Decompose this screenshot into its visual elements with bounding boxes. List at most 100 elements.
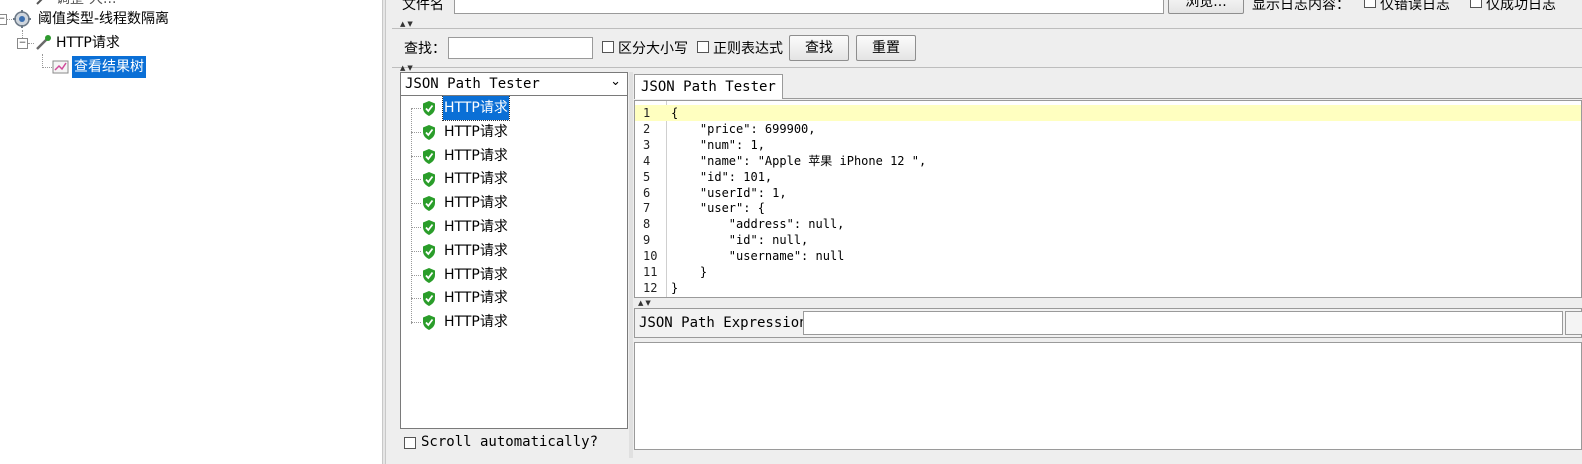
renderer-select-value: JSON Path Tester — [405, 76, 540, 92]
shield-check-icon — [423, 101, 435, 116]
line-number: 3 — [643, 137, 651, 152]
code-line: 2 "price": 699900, — [635, 121, 1581, 137]
tab-strip: JSON Path Tester — [634, 72, 1582, 99]
code-line: 3 "num": 1, — [635, 137, 1581, 153]
result-item-connector — [411, 227, 421, 228]
json-path-expression-input[interactable] — [803, 311, 1563, 335]
result-item-label: HTTP请求 — [444, 314, 508, 331]
result-item-connector — [411, 298, 421, 300]
line-number: 1 — [643, 106, 651, 120]
result-item-label: HTTP请求 — [444, 123, 508, 140]
line-number: 12 — [643, 280, 658, 295]
test-button[interactable] — [1565, 311, 1582, 335]
shield-check-icon — [423, 172, 435, 188]
code-text: } — [671, 265, 708, 279]
expander-minus: − — [18, 38, 27, 48]
json-path-tester: JSON Path Tester 1{2 "price": 699900, 3 "… — [634, 72, 1582, 458]
code-text: "price": 699900, — [671, 121, 816, 136]
gear-icon — [13, 10, 31, 28]
errors-only-label: 仅错误日志 — [1380, 0, 1450, 13]
tree-item-http-sampler[interactable]: HTTP请求 — [34, 32, 174, 54]
tab-json-path-tester[interactable]: JSON Path Tester — [634, 74, 783, 99]
case-sensitive-checkbox[interactable] — [602, 41, 614, 53]
results-panel: JSON Path Tester ⌄ HTTP请求 HTTP请求 HTTP请求 HTT… — [400, 72, 628, 458]
code-text: "num": 1, — [671, 137, 765, 152]
code-line: 1{ — [635, 105, 1581, 121]
log-content-label: 显示日志内容： — [1252, 0, 1350, 13]
filename-input[interactable] — [454, 0, 1164, 14]
pipette-icon — [36, 0, 43, 5]
errors-only-checkbox[interactable] — [1364, 0, 1376, 8]
results-split-divider[interactable] — [629, 72, 633, 458]
split-arrows-icon[interactable]: ▲▼ — [400, 20, 415, 28]
result-item-label: HTTP请求 — [444, 290, 508, 307]
tree-item-thread-group[interactable]: 阈值类型-线程数隔离 — [12, 8, 212, 30]
line-number: 2 — [643, 121, 651, 136]
chevron-down-icon: ⌄ — [610, 74, 621, 89]
shield-check-icon — [423, 243, 435, 259]
result-item-label: HTTP请求 — [444, 266, 508, 283]
line-number: 6 — [643, 185, 651, 200]
code-text: { — [671, 106, 679, 120]
success-only-label: 仅成功日志 — [1486, 0, 1556, 13]
split-arrows-icon[interactable]: ▲▼ — [400, 64, 415, 72]
code-text: "id": 101, — [671, 169, 773, 184]
view-results-tree-label: 查看结果树 — [72, 56, 146, 78]
find-button[interactable]: 查找 — [789, 35, 849, 61]
result-item-connector — [411, 274, 421, 276]
http-sampler-expander[interactable]: − — [17, 38, 28, 49]
line-number: 10 — [643, 249, 658, 264]
chart-icon — [52, 60, 69, 74]
shield-check-icon — [423, 148, 435, 164]
shield-check-icon — [423, 196, 435, 212]
result-item-label: HTTP请求 — [444, 195, 508, 212]
code-line: 8 "address": null, — [635, 216, 1581, 232]
regex-label: 正则表达式 — [713, 41, 783, 57]
code-text: "id": null, — [671, 233, 809, 248]
result-item-connector — [411, 203, 421, 205]
code-text: "username": null — [671, 249, 845, 264]
result-item-connector — [411, 108, 421, 109]
code-text: "userId": 1, — [671, 185, 787, 200]
scroll-automatically-checkbox[interactable] — [404, 437, 416, 449]
tree-connector — [42, 67, 52, 68]
pipette-icon — [36, 35, 51, 50]
test-plan-tree[interactable]: 调整-大... − 阈值类型-线程数隔离 − HTTP请求 查看结果树 — [0, 0, 382, 464]
line-number: 5 — [643, 169, 651, 184]
case-sensitive-label: 区分大小写 — [618, 41, 688, 57]
code-line: 5 "id": 101, — [635, 169, 1581, 185]
filename-label: 文件名 — [402, 0, 444, 13]
search-input[interactable] — [448, 37, 593, 59]
code-line: 7 "user": { — [635, 200, 1581, 216]
regex-checkbox[interactable] — [697, 41, 709, 53]
results-tree[interactable]: HTTP请求 HTTP请求 HTTP请求 HTTP请求 HTTP请求 HTTP请求 HTTP… — [400, 96, 628, 429]
tree-item-view-results-tree[interactable]: 查看结果树 — [52, 56, 162, 78]
code-line: 4 "name": "Apple 苹果 iPhone 12 ", — [635, 153, 1581, 169]
split-arrows-icon[interactable]: ▲▼ — [638, 299, 653, 307]
view-results-tree-panel: 文件名 浏览... 显示日志内容： 仅错误日志 仅成功日志 ▲▼ 查找： 区分大… — [386, 0, 1582, 464]
file-row: 文件名 浏览... 显示日志内容： 仅错误日志 仅成功日志 — [386, 0, 1582, 20]
code-text: "user": { — [671, 201, 765, 216]
code-line: 10 "username": null — [635, 248, 1581, 264]
result-item-label: HTTP请求 — [444, 219, 508, 235]
scroll-automatically-label: Scroll automatically? — [421, 434, 599, 450]
expander-minus: − — [0, 14, 6, 24]
result-item-label: HTTP请求 — [444, 171, 508, 188]
line-number: 7 — [643, 201, 651, 216]
reset-button[interactable]: 重置 — [856, 35, 916, 61]
code-text: "address": null, — [671, 217, 845, 232]
response-code-area[interactable]: 1{2 "price": 699900, 3 "num": 1, 4 "name":… — [634, 100, 1582, 298]
line-number: 8 — [643, 217, 651, 232]
line-number: 4 — [643, 153, 651, 168]
results-tree-connector — [411, 108, 412, 324]
renderer-select[interactable]: JSON Path Tester ⌄ — [400, 72, 628, 96]
result-item-connector — [411, 179, 421, 181]
browse-button[interactable]: 浏览... — [1168, 0, 1244, 14]
result-item-connector — [411, 155, 421, 157]
json-path-result-area[interactable] — [634, 342, 1582, 450]
success-only-checkbox[interactable] — [1470, 0, 1482, 8]
code-line: 12} — [635, 280, 1581, 296]
search-label: 查找： — [404, 41, 446, 57]
scroll-auto-row: Scroll automatically? — [400, 430, 628, 458]
result-item-connector — [411, 250, 421, 252]
